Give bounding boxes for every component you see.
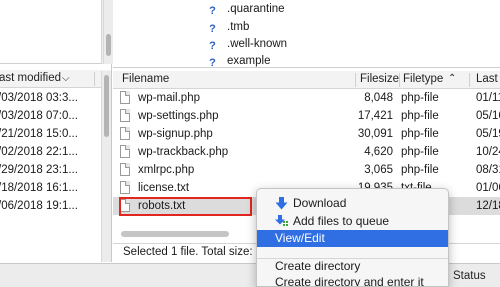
unknown-folder-icon: ? [209,40,216,52]
local-date-cell: /06/2018 19:1... [0,200,78,212]
unknown-folder-icon: ? [209,5,216,17]
tree-item[interactable]: ? example [207,55,270,71]
menu-item-add-to-queue[interactable]: Add files to queue [257,213,448,230]
file-icon [120,145,130,158]
column-last-modified[interactable]: Last [476,73,498,85]
tree-item[interactable]: ? .tmb [207,21,249,37]
local-list-scrollbar[interactable] [101,71,111,262]
file-icon [120,163,130,176]
tree-item[interactable]: ? .well-known [207,38,287,54]
local-date-cell: /18/2018 16:1... [0,182,78,194]
context-menu: Download Add files to queue View/Edit Cr… [256,188,449,287]
scroll-thumb[interactable] [106,34,111,56]
file-icon [120,109,130,122]
column-filetype[interactable]: Filetype [403,73,443,85]
local-file-pane: ast modified ⌵ /03/2018 03:3... /03/2018… [0,0,112,262]
column-separator[interactable] [94,72,95,86]
file-icon [120,127,130,140]
sort-chevron-down-icon: ⌵ [62,73,70,84]
local-date-cell: /03/2018 07:0... [0,110,78,122]
menu-item-download[interactable]: Download [257,195,448,212]
download-arrow-icon [275,197,288,210]
sort-chevron-up-icon: ⌃ [448,73,457,84]
selection-status-text: Selected 1 file. Total size: 24 [123,246,269,258]
remote-list-header: Filename Filesize Filetype ⌃ Last [113,71,500,89]
column-filesize[interactable]: Filesize [360,73,399,85]
tree-scrollbar[interactable] [103,0,113,64]
menu-item-create-directory[interactable]: Create directory [257,258,448,275]
menu-item-create-directory-enter[interactable]: Create directory and enter it [257,274,448,286]
file-icon [120,181,130,194]
local-date-cell: /21/2018 15:0... [0,128,78,140]
column-last-modified[interactable]: ast modified [0,72,61,84]
file-row[interactable]: wp-signup.php 30,091 php-file 05/19 [113,125,500,143]
column-status[interactable]: Status [453,270,486,282]
local-list-header: ast modified ⌵ [0,70,111,88]
horizontal-scrollbar[interactable] [113,230,248,238]
menu-item-view-edit[interactable]: View/Edit [257,230,448,247]
add-to-queue-icon [275,215,288,226]
remote-dir-tree: ? .quarantine ? .tmb ? .well-known ? example [113,0,500,71]
file-row[interactable]: wp-mail.php 8,048 php-file 01/11 [113,89,500,107]
scroll-thumb[interactable] [104,75,109,137]
local-date-cell: /03/2018 03:3... [0,92,78,104]
local-dir-tree [0,0,111,64]
file-row[interactable]: xmlrpc.php 3,065 php-file 08/31 [113,161,500,179]
column-filename[interactable]: Filename [122,73,169,85]
file-row[interactable]: wp-trackback.php 4,620 php-file 10/24 [113,143,500,161]
unknown-folder-icon: ? [209,57,216,69]
annotation-highlight-box [119,197,252,216]
column-separator[interactable] [399,73,400,87]
tree-item[interactable]: ? .quarantine [207,3,284,19]
column-separator[interactable] [469,73,470,87]
unknown-folder-icon: ? [209,23,216,35]
file-icon [120,91,130,104]
file-row[interactable]: wp-settings.php 17,421 php-file 05/16 [113,107,500,125]
column-separator[interactable] [355,73,356,87]
local-date-cell: /02/2018 22:1... [0,146,78,158]
scroll-thumb[interactable] [121,231,229,237]
local-date-cell: /29/2018 23:1... [0,164,78,176]
